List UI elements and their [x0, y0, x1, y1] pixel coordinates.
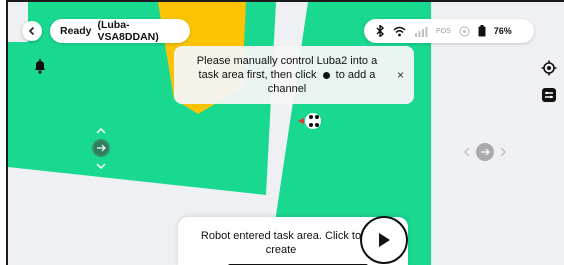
- channel-handle-right[interactable]: [464, 143, 506, 161]
- locate-icon: [541, 60, 557, 76]
- battery-level: 76%: [493, 26, 512, 36]
- bell-icon: [35, 59, 45, 74]
- map-view[interactable]: Ready (Luba-VSA8DDAN) POS 76% Please man…: [6, 0, 564, 265]
- play-icon: [379, 233, 390, 247]
- notifications-button[interactable]: [32, 58, 48, 74]
- bluetooth-icon: [376, 25, 385, 37]
- device-status-pill: Ready (Luba-VSA8DDAN): [50, 19, 190, 43]
- layers-button[interactable]: [540, 86, 558, 104]
- start-create-button[interactable]: [360, 216, 408, 264]
- status-text: Ready: [60, 25, 92, 37]
- pos-label: POS: [436, 27, 451, 35]
- task-area-message: Robot entered task area. Click to create: [200, 230, 362, 256]
- chevron-left-icon: [28, 26, 35, 36]
- wifi-icon: [393, 26, 406, 36]
- add-point-icon: [322, 71, 330, 79]
- hint-toast: Please manually control Luba2 into a tas…: [174, 46, 414, 104]
- device-name: (Luba-VSA8DDAN): [97, 19, 159, 43]
- toast-close-button[interactable]: ×: [397, 68, 404, 82]
- back-button[interactable]: [22, 21, 42, 41]
- layers-icon: [542, 88, 556, 102]
- connectivity-pill[interactable]: POS 76%: [364, 19, 534, 43]
- app-screen: Ready (Luba-VSA8DDAN) POS 76% Please man…: [0, 0, 564, 265]
- locate-button[interactable]: [540, 59, 558, 77]
- cellular-4g-icon: [415, 27, 428, 37]
- pos-signal-icon: [459, 25, 470, 37]
- battery-icon: [478, 25, 486, 37]
